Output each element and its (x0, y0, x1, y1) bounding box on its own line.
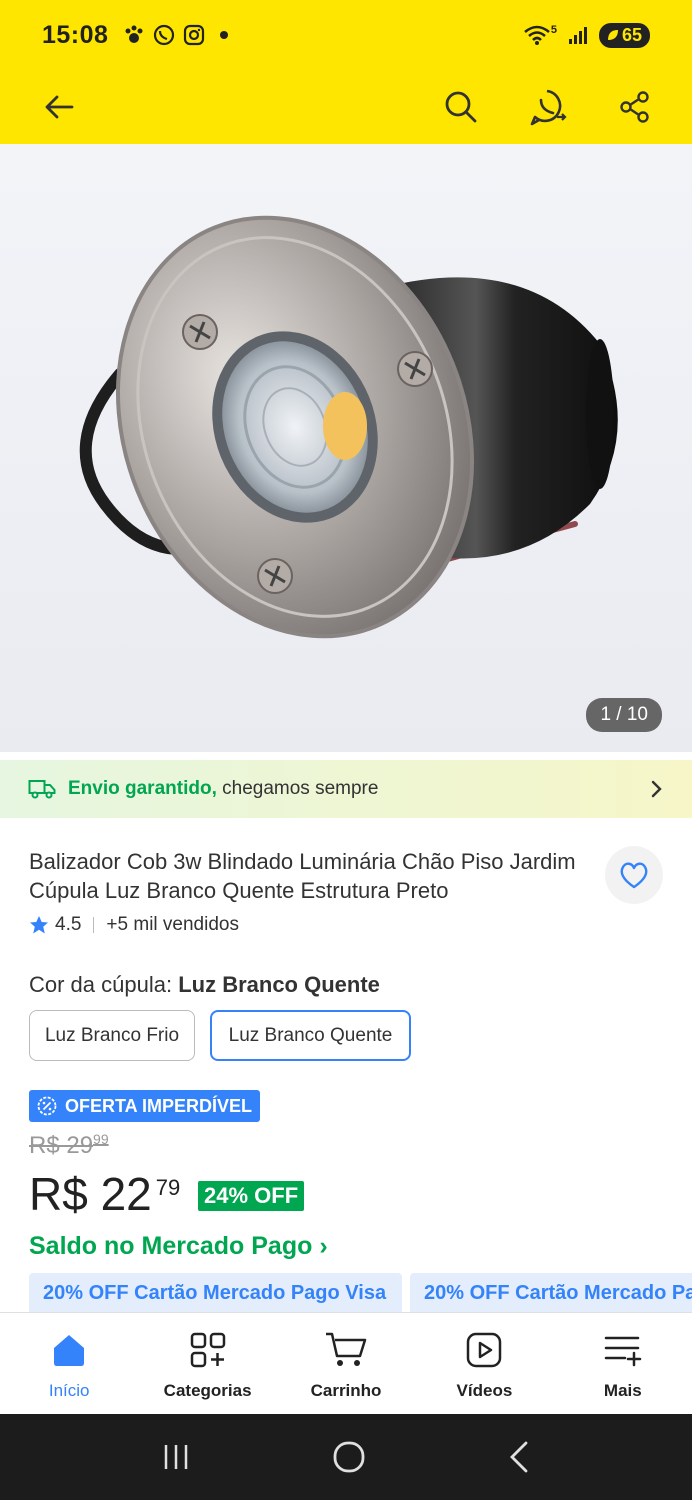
offer-badge-text: OFERTA IMPERDÍVEL (65, 1095, 253, 1116)
product-image (79, 215, 618, 639)
wifi-icon: 5 (523, 24, 557, 46)
variant-label-prefix: Cor da cúpula: (29, 972, 179, 997)
old-price: R$ 2999 (29, 1131, 109, 1160)
recents-icon[interactable] (161, 1442, 191, 1472)
search-icon (445, 91, 477, 123)
network-label: 5 (550, 24, 557, 36)
current-price-cents: 79 (155, 1175, 181, 1200)
product-title: Balizador Cob 3w Blindado Luminária Chão… (29, 849, 576, 903)
nav-inicio-label: Início (48, 1381, 90, 1400)
notification-icons (122, 23, 206, 47)
star-icon (30, 916, 48, 934)
whatsapp-share-icon (530, 89, 567, 126)
variant-option-frio[interactable]: Luz Branco Frio (29, 1010, 195, 1061)
shipping-highlight: Envio garantido, (68, 778, 217, 799)
system-back-icon[interactable] (507, 1440, 531, 1474)
status-bar: 15:08 5 65 (0, 0, 692, 70)
variant-label: Cor da cúpula: Luz Branco Quente (29, 972, 380, 998)
battery-indicator: 65 (598, 22, 650, 48)
chevron-right-icon (651, 780, 662, 798)
payment-method-link[interactable]: Saldo no Mercado Pago › (29, 1232, 328, 1261)
cart-icon (326, 1332, 367, 1366)
shipping-text: Envio garantido, chegamos sempre (68, 778, 378, 800)
promo-card-visa[interactable]: 20% OFF Cartão Mercado Pago Visa (29, 1273, 402, 1313)
more-notifications-dot (220, 31, 229, 39)
rating-value: 4.5 (55, 914, 82, 935)
bottom-nav: Início Categorias Carrinho Vídeos Mais (0, 1312, 692, 1414)
image-counter: 1 / 10 (586, 698, 662, 732)
sold-count: +5 mil vendidos (106, 914, 239, 935)
whatsapp-share-button[interactable] (522, 82, 572, 132)
video-icon (467, 1332, 502, 1368)
share-button[interactable] (610, 82, 660, 132)
signal-icon (568, 27, 587, 44)
nav-videos[interactable]: Vídeos (415, 1313, 553, 1414)
current-price: R$ 22 79 (29, 1167, 180, 1221)
categories-icon (190, 1332, 225, 1368)
home-icon (54, 1335, 85, 1366)
current-price-value: R$ 22 (29, 1168, 152, 1220)
variant-option-quente[interactable]: Luz Branco Quente (210, 1010, 411, 1061)
status-time: 15:08 (42, 20, 109, 49)
shipping-banner[interactable]: Envio garantido, chegamos sempre (0, 760, 692, 818)
favorite-button[interactable] (605, 846, 663, 904)
nav-carrinho[interactable]: Carrinho (277, 1313, 415, 1414)
home-button-icon[interactable] (332, 1440, 366, 1474)
nav-mais-label: Mais (603, 1381, 642, 1400)
share-icon (620, 91, 649, 123)
truck-icon (28, 780, 56, 799)
search-button[interactable] (436, 82, 486, 132)
nav-mais[interactable]: Mais (554, 1313, 692, 1414)
more-icon (604, 1336, 642, 1367)
shipping-detail: chegamos sempre (216, 778, 379, 799)
back-arrow-icon (45, 95, 74, 119)
discount-seal-icon (37, 1096, 57, 1116)
variant-selected: Luz Branco Quente (178, 972, 380, 997)
offer-badge: OFERTA IMPERDÍVEL (29, 1090, 261, 1122)
promo-card-mastercard[interactable]: 20% OFF Cartão Mercado Pago (410, 1273, 692, 1313)
rating-row[interactable]: 4.5 +5 mil vendidos (29, 914, 239, 936)
product-gallery[interactable]: 1 / 10 (0, 144, 692, 752)
nav-categorias[interactable]: Categorias (138, 1313, 276, 1414)
nav-carrinho-label: Carrinho (310, 1381, 382, 1400)
whatsapp-icon (154, 24, 175, 46)
old-price-cents: 99 (93, 1131, 109, 1147)
nav-categorias-label: Categorias (163, 1381, 252, 1400)
nav-inicio[interactable]: Início (0, 1313, 138, 1414)
leaf-icon (607, 30, 618, 40)
app-bar (0, 70, 692, 144)
old-price-value: R$ 29 (29, 1132, 94, 1159)
battery-level: 65 (621, 24, 642, 45)
nav-videos-label: Vídeos (456, 1381, 513, 1400)
instagram-icon (184, 24, 205, 46)
discount-badge: 24% OFF (198, 1181, 305, 1211)
system-nav-bar (0, 1414, 692, 1500)
paw-icon (125, 25, 143, 43)
heart-icon (620, 862, 648, 889)
back-button[interactable] (34, 82, 84, 132)
rating-divider (93, 917, 95, 933)
